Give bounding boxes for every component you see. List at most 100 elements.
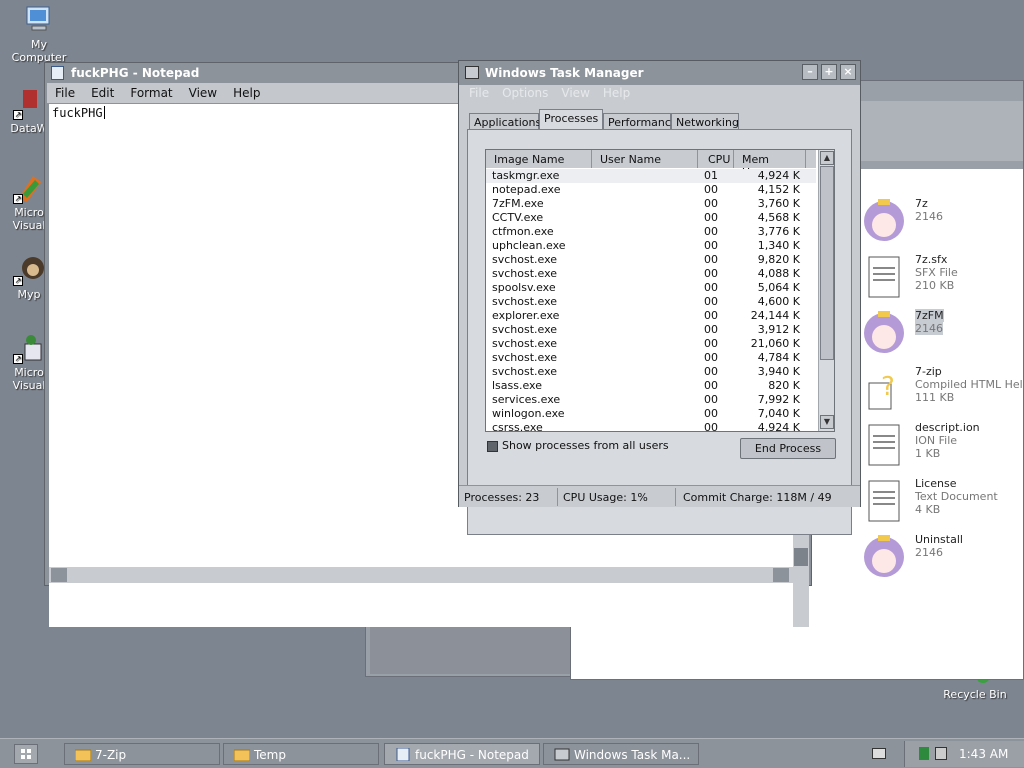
taskbar-item-7zip[interactable]: 7-Zip [64, 743, 220, 765]
scroll-up-button[interactable]: ▲ [820, 151, 834, 165]
menu-edit[interactable]: Edit [83, 83, 122, 100]
scroll-down-button[interactable]: ▼ [820, 415, 834, 429]
maximize-button[interactable]: + [821, 64, 837, 80]
taskbar-item-task-manager[interactable]: Windows Task Ma... [543, 743, 699, 765]
file-item[interactable]: descript.ion ION File 1 KB [861, 421, 1024, 473]
tray-app-icon[interactable] [919, 747, 929, 760]
process-cpu: 00 [704, 309, 718, 322]
scroll-thumb[interactable] [794, 548, 808, 566]
desktop-icon-my-computer[interactable]: My Computer [4, 4, 74, 64]
end-process-button[interactable]: End Process [740, 438, 836, 459]
process-row[interactable]: winlogon.exe 00 7,040 K [486, 407, 816, 421]
process-row[interactable]: svchost.exe 00 4,600 K [486, 295, 816, 309]
process-mem: 7,040 K [757, 407, 800, 420]
menu-help[interactable]: Help [597, 85, 637, 100]
process-row[interactable]: svchost.exe 00 9,820 K [486, 253, 816, 267]
process-row[interactable]: spoolsv.exe 00 5,064 K [486, 281, 816, 295]
minimize-button[interactable]: – [802, 64, 818, 80]
folder-icon [75, 749, 91, 761]
file-item[interactable]: ? 7-zip Compiled HTML Hel 111 KB [861, 365, 1024, 417]
tab-processes[interactable]: Processes [539, 109, 603, 130]
tab-performance[interactable]: Performance [603, 113, 678, 130]
column-user-name[interactable]: User Name [592, 150, 698, 168]
process-name: notepad.exe [492, 183, 561, 196]
process-row[interactable]: svchost.exe 00 4,784 K [486, 351, 816, 365]
file-item[interactable]: Uninstall 2146 [861, 533, 1024, 585]
process-name: taskmgr.exe [492, 169, 560, 182]
taskbar-item-temp[interactable]: Temp [223, 743, 379, 765]
process-mem: 4,152 K [757, 183, 800, 196]
process-row[interactable]: 7zFM.exe 00 3,760 K [486, 197, 816, 211]
file-item[interactable]: 7zFM 2146 [861, 309, 1024, 361]
file-item[interactable]: 7z.sfx SFX File 210 KB [861, 253, 1024, 305]
scroll-right-button[interactable] [773, 568, 789, 582]
process-row[interactable]: lsass.exe 00 820 K [486, 379, 816, 393]
process-row[interactable]: notepad.exe 00 4,152 K [486, 183, 816, 197]
menu-view[interactable]: View [555, 85, 596, 100]
process-row[interactable]: explorer.exe 00 24,144 K [486, 309, 816, 323]
file-item[interactable]: 7z 2146 [861, 197, 1024, 249]
menu-file[interactable]: File [463, 85, 496, 100]
process-list[interactable]: Image Name User Name CPU Mem Usage taskm… [485, 149, 835, 432]
file-type: ION File [915, 434, 958, 447]
computer-icon [23, 4, 55, 36]
file-item[interactable]: License Text Document 4 KB [861, 477, 1024, 529]
menu-file[interactable]: File [47, 83, 83, 100]
menu-format[interactable]: Format [122, 83, 180, 100]
process-row[interactable]: svchost.exe 00 3,940 K [486, 365, 816, 379]
taskbar-item-label: Windows Task Ma... [574, 748, 691, 762]
process-row[interactable]: uphclean.exe 00 1,340 K [486, 239, 816, 253]
process-mem: 3,776 K [757, 225, 800, 238]
process-name: svchost.exe [492, 267, 558, 280]
process-row[interactable]: ctfmon.exe 00 3,776 K [486, 225, 816, 239]
character-icon [864, 311, 904, 353]
file-name: descript.ion [915, 421, 980, 434]
column-image-name[interactable]: Image Name [486, 150, 592, 168]
process-mem: 4,924 K [757, 169, 800, 182]
document-icon [868, 256, 900, 298]
process-name: svchost.exe [492, 253, 558, 266]
column-mem-usage[interactable]: Mem Usage [734, 150, 806, 179]
process-row[interactable]: taskmgr.exe 01 4,924 K [486, 169, 816, 183]
process-row[interactable]: svchost.exe 00 21,060 K [486, 337, 816, 351]
process-row[interactable]: svchost.exe 00 3,912 K [486, 323, 816, 337]
text-caret [103, 106, 105, 119]
keyboard-icon[interactable] [872, 748, 886, 759]
horizontal-scrollbar[interactable] [49, 567, 793, 583]
process-cpu: 00 [704, 281, 718, 294]
file-size: 4 KB [915, 503, 941, 516]
process-list-scrollbar[interactable]: ▲ ▼ [818, 150, 834, 431]
column-cpu[interactable]: CPU [698, 150, 734, 168]
document-icon [868, 424, 900, 466]
file-size: 210 KB [915, 279, 955, 292]
close-button[interactable]: × [840, 64, 856, 80]
start-button[interactable] [14, 744, 38, 764]
process-cpu: 00 [704, 183, 718, 196]
process-row[interactable]: svchost.exe 00 4,088 K [486, 267, 816, 281]
clock[interactable]: 1:43 AM [959, 747, 1008, 761]
show-all-users-checkbox[interactable] [487, 441, 498, 452]
process-row[interactable]: services.exe 00 7,992 K [486, 393, 816, 407]
process-name: ctfmon.exe [492, 225, 554, 238]
network-icon[interactable] [935, 747, 947, 760]
window-title: Windows Task Manager [485, 66, 644, 80]
process-mem: 7,992 K [757, 393, 800, 406]
menu-view[interactable]: View [181, 83, 225, 100]
tab-applications[interactable]: Applications [469, 113, 541, 130]
visual-studio-icon: ↗ [13, 172, 45, 204]
process-row[interactable]: csrss.exe 00 4,924 K [486, 421, 816, 431]
process-name: CCTV.exe [492, 211, 544, 224]
process-list-header: Image Name User Name CPU Mem Usage [486, 150, 816, 179]
scroll-thumb[interactable] [820, 166, 834, 360]
process-mem: 5,064 K [757, 281, 800, 294]
taskbar-item-notepad[interactable]: fuckPHG - Notepad [384, 743, 540, 765]
process-mem: 24,144 K [750, 309, 800, 322]
process-cpu: 00 [704, 379, 718, 392]
process-row[interactable]: CCTV.exe 00 4,568 K [486, 211, 816, 225]
task-manager-title-bar[interactable]: Windows Task Manager – + × [459, 61, 860, 85]
scroll-left-button[interactable] [51, 568, 67, 582]
tab-networking[interactable]: Networking [671, 113, 739, 130]
menu-help[interactable]: Help [225, 83, 268, 100]
menu-options[interactable]: Options [496, 85, 555, 100]
file-type: 2146 [915, 322, 943, 335]
